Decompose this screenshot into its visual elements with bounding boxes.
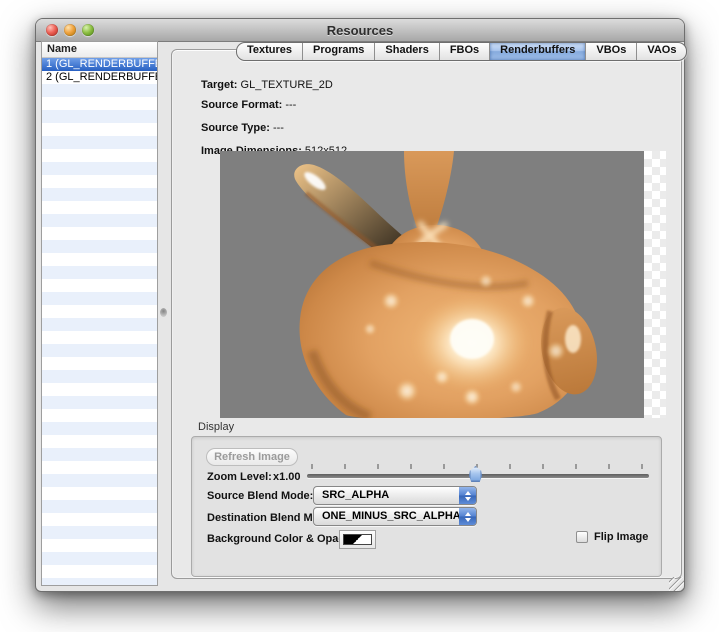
tab-shaders[interactable]: Shaders (374, 43, 438, 60)
dest-blend-popup[interactable]: ONE_MINUS_SRC_ALPHA (313, 507, 477, 526)
target-row: Target: GL_TEXTURE_2D (201, 79, 333, 91)
resource-list: Name 1 (GL_RENDERBUFFE… 2 (GL_RENDERBUFF… (41, 41, 158, 586)
bunny-model-render (220, 151, 644, 418)
popup-stepper-icon (459, 487, 476, 504)
slider-tick (608, 464, 610, 469)
tab-vaos[interactable]: VAOs (636, 43, 686, 60)
screenshot-stage: Resources Name 1 (GL_RENDERBUFFE… 2 (GL_… (0, 0, 719, 632)
target-label: Target: (201, 79, 237, 91)
source-format-row: Source Format: --- (201, 99, 296, 111)
slider-tick (377, 464, 379, 469)
resource-type-tabs: Textures Programs Shaders FBOs Renderbuf… (236, 42, 687, 61)
resources-window: Resources Name 1 (GL_RENDERBUFFE… 2 (GL_… (35, 18, 685, 592)
tab-fbos[interactable]: FBOs (439, 43, 489, 60)
slider-tick (344, 464, 346, 469)
slider-tick (641, 464, 643, 469)
arrow-up-icon (465, 491, 471, 495)
background-color-label: Background Color & Opacity: (207, 533, 361, 545)
name-column-header[interactable]: Name (42, 42, 157, 58)
slider-tick (443, 464, 445, 469)
arrow-down-icon (465, 518, 471, 522)
slider-tick (509, 464, 511, 469)
list-item[interactable]: 2 (GL_RENDERBUFFE… (42, 71, 157, 84)
flip-image-checkbox[interactable] (576, 531, 588, 543)
flip-image-label: Flip Image (594, 531, 648, 543)
source-type-row: Source Type: --- (201, 122, 284, 134)
arrow-up-icon (465, 512, 471, 516)
list-item[interactable]: 1 (GL_RENDERBUFFE… (42, 58, 157, 71)
texture-image (220, 151, 644, 418)
dest-blend-value: ONE_MINUS_SRC_ALPHA (322, 510, 461, 522)
tab-renderbuffers[interactable]: Renderbuffers (489, 43, 585, 60)
source-format-label: Source Format: (201, 99, 282, 111)
slider-tick (410, 464, 412, 469)
source-type-value: --- (273, 122, 284, 134)
title-bar[interactable]: Resources (36, 19, 684, 42)
slider-tick (575, 464, 577, 469)
display-group-label: Display (198, 421, 234, 433)
zoom-level-value: x1.00 (273, 471, 301, 483)
source-type-label: Source Type: (201, 122, 270, 134)
source-blend-popup[interactable]: SRC_ALPHA (313, 486, 477, 505)
slider-tick (311, 464, 313, 469)
splitter-handle[interactable] (160, 308, 167, 317)
background-color-well[interactable] (339, 530, 376, 549)
window-resize-grip-icon[interactable] (669, 577, 684, 591)
color-opacity-swatch-icon (343, 534, 372, 545)
texture-preview (220, 151, 666, 418)
zoom-level-label: Zoom Level: (207, 471, 272, 483)
tab-textures[interactable]: Textures (237, 43, 302, 60)
tab-programs[interactable]: Programs (302, 43, 374, 60)
zoom-slider[interactable] (307, 463, 649, 485)
window-title: Resources (36, 23, 684, 38)
transparency-checkerboard (644, 151, 666, 418)
popup-stepper-icon (459, 508, 476, 525)
slider-thumb[interactable] (469, 466, 482, 482)
source-blend-value: SRC_ALPHA (322, 489, 389, 501)
tab-vbos[interactable]: VBOs (585, 43, 636, 60)
resource-list-rows[interactable]: 1 (GL_RENDERBUFFE… 2 (GL_RENDERBUFFE… (42, 58, 157, 585)
target-value: GL_TEXTURE_2D (241, 79, 333, 91)
arrow-down-icon (465, 497, 471, 501)
slider-tick (542, 464, 544, 469)
refresh-image-button[interactable]: Refresh Image (206, 448, 298, 466)
source-format-value: --- (285, 99, 296, 111)
source-blend-label: Source Blend Mode: (207, 490, 313, 502)
